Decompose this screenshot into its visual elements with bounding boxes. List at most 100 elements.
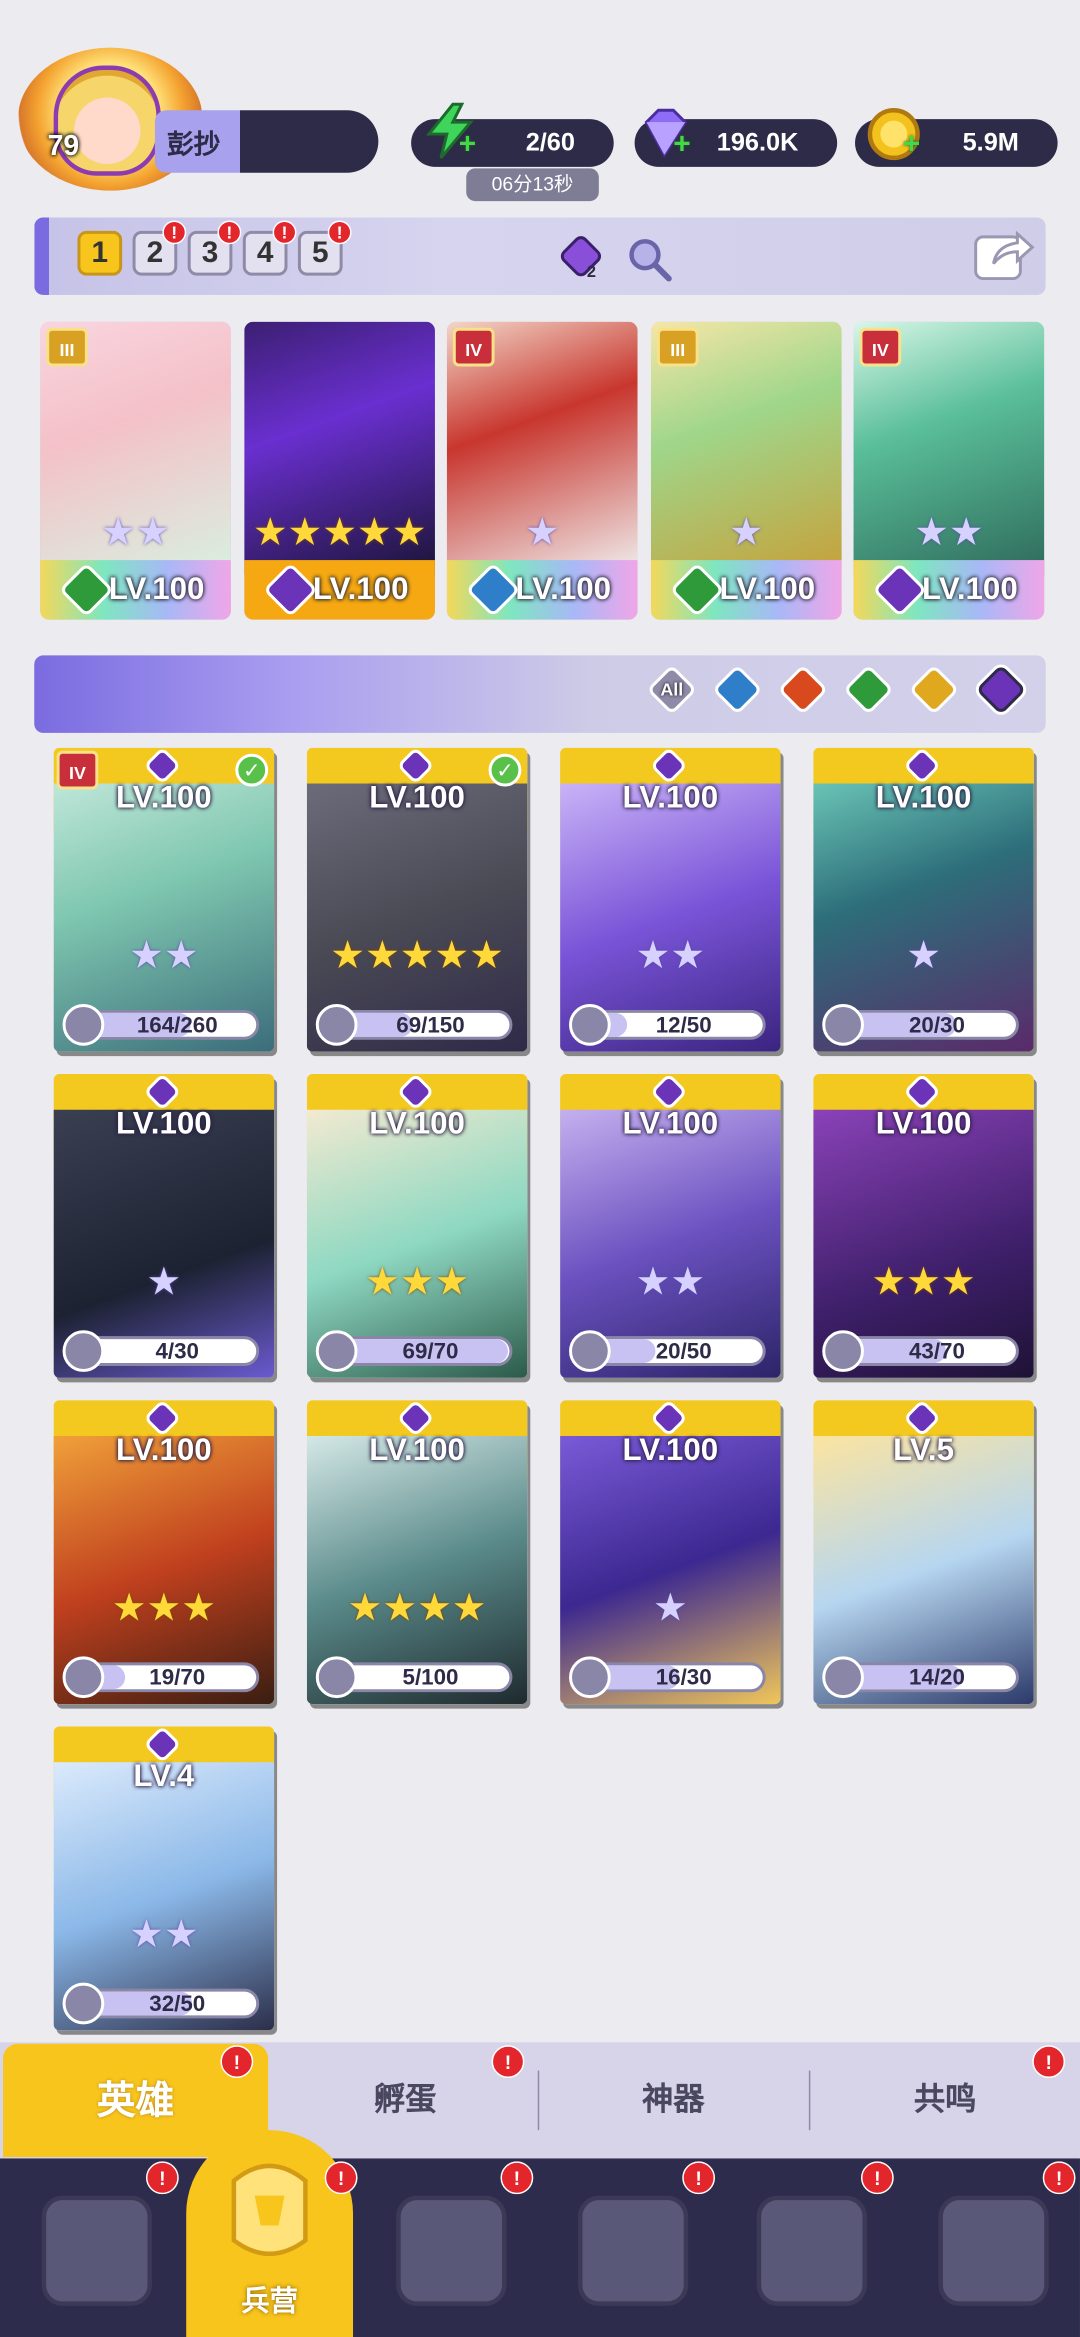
shard-progress-text: 69/150 xyxy=(396,1012,465,1039)
hero-card[interactable]: LV.4 ★★ 32/50 xyxy=(53,1726,275,2031)
light-element-icon xyxy=(908,664,960,715)
star-rating: ★ xyxy=(906,932,941,978)
filter-all-label: All xyxy=(660,679,684,701)
team-slot[interactable]: IV ★★ LV.100 xyxy=(853,321,1045,620)
player-level: 79 xyxy=(47,131,80,163)
nav-castle[interactable] xyxy=(566,2178,700,2321)
shard-progress-text: 12/50 xyxy=(655,1012,712,1039)
hero-level: LV.100 xyxy=(875,1106,972,1142)
rank-badge: IV xyxy=(452,327,495,367)
shard-progress-text: 14/20 xyxy=(908,1665,965,1691)
shard-icon xyxy=(62,1982,105,2025)
hero-card[interactable]: LV.100 ★★★ 19/70 xyxy=(53,1400,275,1705)
shard-progress-text: 32/50 xyxy=(149,1991,206,2017)
hero-card[interactable]: LV.100 ★ 4/30 xyxy=(53,1074,275,1378)
add-energy-icon[interactable]: + xyxy=(459,128,476,162)
hero-card[interactable]: LV.100 ★★★★ 5/100 xyxy=(306,1400,528,1705)
castle-icon xyxy=(577,2195,689,2306)
mushroom-icon xyxy=(756,2195,867,2306)
hero-card[interactable]: LV.100 ★ 16/30 xyxy=(560,1400,781,1705)
add-gems-icon[interactable]: + xyxy=(673,128,690,162)
nav-guild[interactable] xyxy=(927,2178,1061,2321)
filter-fire[interactable] xyxy=(777,664,829,715)
star-rating: ★★ xyxy=(914,509,984,555)
rank-badge: III xyxy=(656,327,699,367)
rank-badge: III xyxy=(46,327,88,367)
purple-gem-icon[interactable]: 2 xyxy=(556,231,607,282)
nature-element-icon xyxy=(843,664,894,715)
shard-progress-text: 43/70 xyxy=(908,1339,965,1365)
filter-all[interactable]: All xyxy=(646,664,698,715)
share-icon[interactable] xyxy=(970,225,1039,285)
hero-card[interactable]: LV.100 ★★★ 69/70 xyxy=(306,1074,528,1378)
filter-water[interactable] xyxy=(712,664,763,715)
alert-badge: ! xyxy=(162,220,187,245)
hero-card[interactable]: LV.100 ★★★ 43/70 xyxy=(813,1074,1034,1378)
hero-card[interactable]: LV.100 ★★ 20/50 xyxy=(560,1074,781,1378)
star-rating: ★★ xyxy=(635,1258,706,1304)
filter-light[interactable] xyxy=(908,664,960,715)
add-coins-icon[interactable]: + xyxy=(903,128,920,162)
hero-card[interactable]: LV.100 IV ✓ ★★ 164/260 xyxy=(53,747,275,1052)
hero-card[interactable]: LV.5 14/20 xyxy=(813,1400,1034,1705)
alert-badge: ! xyxy=(682,2161,716,2195)
star-rating: ★★★ xyxy=(364,1258,470,1304)
shard-icon xyxy=(62,1656,105,1699)
element-filter-bar xyxy=(34,655,1046,733)
hero-level: LV.4 xyxy=(133,1759,195,1794)
rank-badge: IV xyxy=(859,327,902,367)
nav-barracks-label: 兵营 xyxy=(241,2286,298,2318)
star-rating: ★ xyxy=(728,509,764,555)
shard-icon xyxy=(822,1656,864,1699)
shard-icon xyxy=(62,1330,105,1372)
star-rating: ★★ xyxy=(129,932,199,978)
map-icon xyxy=(396,2195,507,2306)
shard-icon xyxy=(62,1003,105,1046)
hero-level: LV.100 xyxy=(622,1432,719,1468)
team-slot[interactable]: III ★★ LV.100 xyxy=(40,321,231,620)
star-rating: ★★ xyxy=(100,509,171,555)
hero-card[interactable]: LV.100 ★★ 12/50 xyxy=(560,747,781,1052)
alert-badge: ! xyxy=(1042,2161,1076,2195)
team-slot[interactable]: IV ★ LV.100 xyxy=(446,321,638,620)
alert-badge: ! xyxy=(145,2161,179,2195)
star-rating: ★★★ xyxy=(871,1258,976,1304)
guild-icon xyxy=(938,2195,1049,2306)
hero-card[interactable]: LV.100 ★ 20/30 xyxy=(813,747,1034,1052)
star-rating: ★ xyxy=(524,509,560,555)
shard-icon xyxy=(569,1003,611,1046)
shard-progress-text: 16/30 xyxy=(655,1665,712,1691)
team-slot[interactable]: ★★★★★ LV.100 xyxy=(244,321,435,620)
hero-level: LV.100 xyxy=(622,780,719,815)
nav-cards[interactable] xyxy=(30,2178,164,2321)
filter-dark[interactable] xyxy=(975,664,1027,715)
alert-badge: ! xyxy=(491,2045,525,2078)
search-icon[interactable] xyxy=(624,234,675,285)
alert-badge: ! xyxy=(1032,2045,1066,2078)
star-rating: ★★ xyxy=(129,1911,199,1956)
energy-timer: 06分13秒 xyxy=(466,168,599,202)
rank-badge: IV xyxy=(56,750,99,790)
hero-card[interactable]: LV.100 ✓ ★★★★★ 69/150 xyxy=(306,747,528,1052)
hero-level: LV.100 xyxy=(369,780,465,815)
hero-level: LV.100 xyxy=(116,1432,212,1468)
hero-level: LV.5 xyxy=(893,1432,954,1468)
checkmark-icon: ✓ xyxy=(235,753,269,787)
team-tab-1[interactable]: 1 xyxy=(77,230,123,276)
checkmark-icon: ✓ xyxy=(488,753,522,787)
tab-artifact[interactable]: 神器 xyxy=(539,2044,807,2157)
gem-value: 196.0K xyxy=(716,128,799,157)
shard-icon xyxy=(822,1003,864,1046)
shard-icon xyxy=(822,1330,864,1372)
hero-level: LV.100 xyxy=(369,1106,465,1142)
nav-map[interactable] xyxy=(384,2178,518,2321)
shard-progress-text: 4/30 xyxy=(155,1339,200,1365)
dark-element-icon xyxy=(975,664,1027,715)
alert-badge: ! xyxy=(324,2161,358,2195)
nav-mushroom[interactable] xyxy=(745,2178,879,2321)
star-rating: ★★★★★ xyxy=(330,932,504,978)
filter-nature[interactable] xyxy=(843,664,894,715)
hero-level: LV.100 xyxy=(875,780,972,815)
alert-badge: ! xyxy=(220,2045,254,2078)
team-slot[interactable]: III ★ LV.100 xyxy=(650,321,842,620)
